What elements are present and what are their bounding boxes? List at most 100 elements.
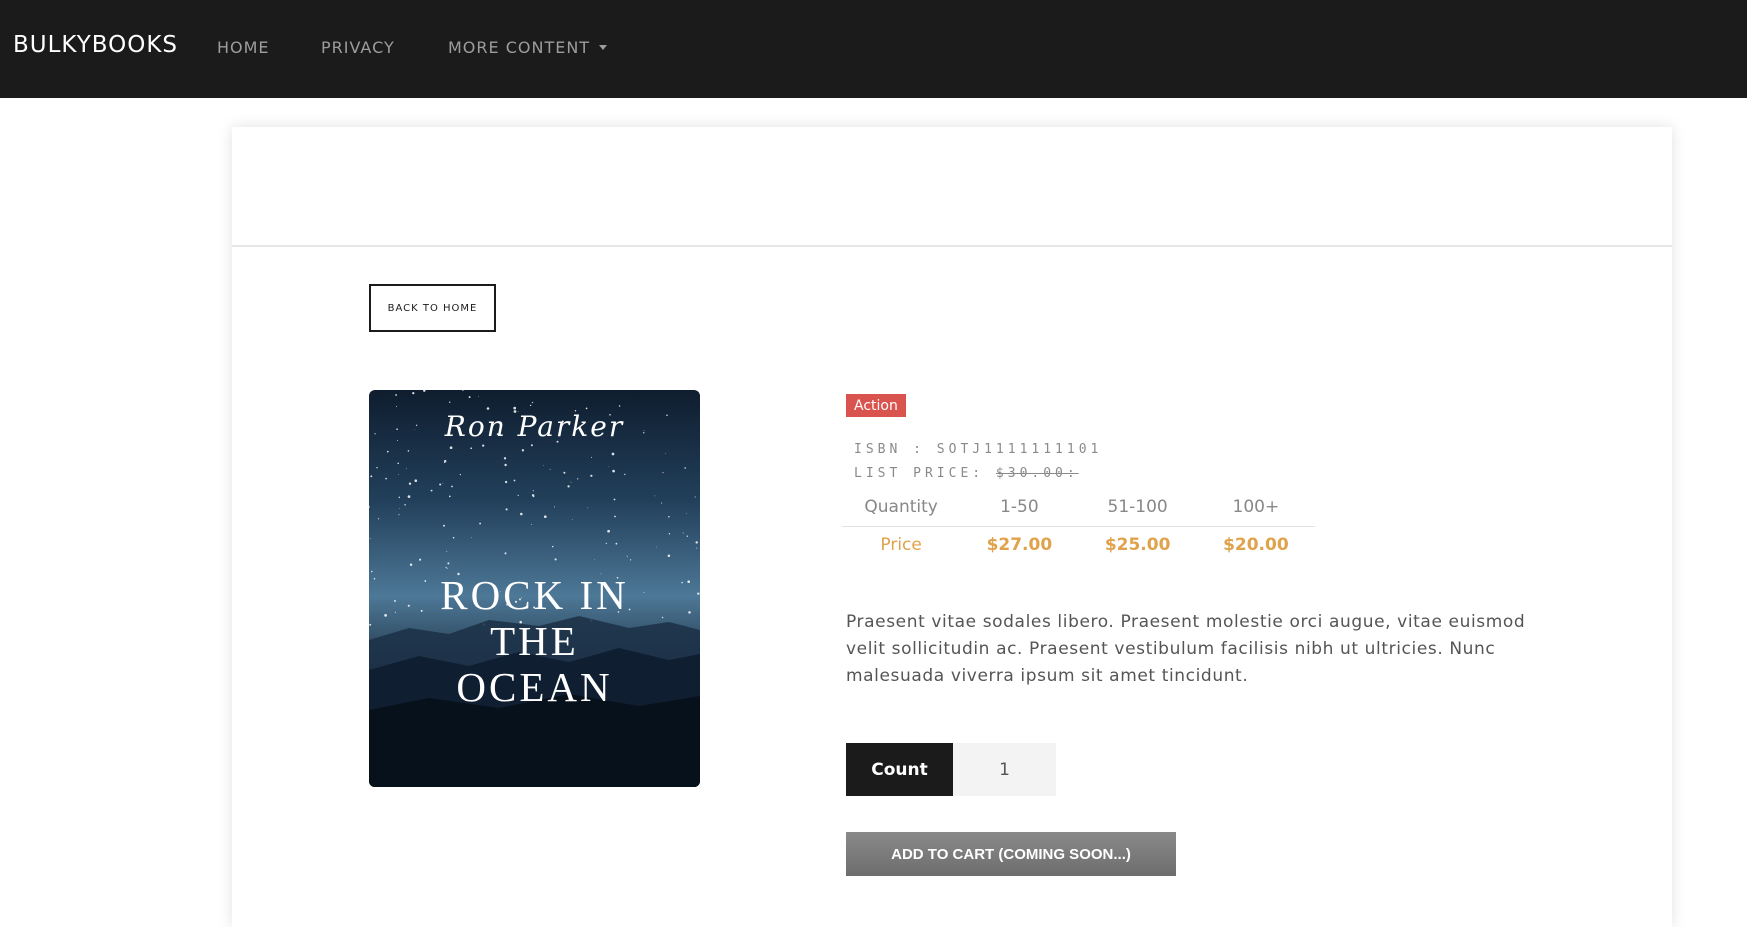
cover-star bbox=[370, 475, 373, 478]
cover-star bbox=[590, 456, 592, 458]
cover-star bbox=[397, 462, 399, 465]
cover-star bbox=[614, 515, 616, 518]
cover-title-line: THE bbox=[490, 618, 579, 664]
cover-star bbox=[668, 516, 670, 518]
cover-star bbox=[529, 404, 532, 407]
cover-star bbox=[479, 522, 482, 525]
cover-star bbox=[661, 502, 663, 504]
cover-star bbox=[607, 529, 610, 533]
cover-star bbox=[554, 506, 555, 508]
cover-title-line: OCEAN bbox=[456, 664, 613, 710]
price-table-cell: $27.00 bbox=[986, 534, 1053, 555]
cover-star bbox=[423, 390, 426, 392]
cover-star bbox=[443, 524, 445, 527]
cover-star bbox=[414, 479, 418, 483]
cover-star bbox=[505, 508, 508, 511]
cover-star bbox=[449, 401, 451, 403]
isbn-text: ISBN : SOTJ1111111101 bbox=[854, 442, 1103, 457]
cover-star bbox=[684, 467, 686, 469]
cover-star bbox=[447, 562, 450, 565]
caret-down-icon bbox=[599, 45, 608, 50]
cover-star bbox=[399, 508, 401, 510]
cover-star bbox=[369, 506, 370, 508]
cover-star bbox=[462, 390, 464, 391]
cover-star bbox=[369, 538, 371, 540]
card-header bbox=[232, 127, 1672, 247]
cover-star bbox=[451, 485, 453, 488]
cover-star bbox=[682, 532, 684, 534]
cover-star bbox=[446, 550, 448, 552]
cover-star bbox=[419, 558, 422, 561]
nav-dropdown-more-content[interactable]: MORE CONTENT bbox=[448, 38, 608, 57]
cover-star bbox=[665, 453, 667, 454]
cover-star bbox=[504, 463, 507, 467]
cover-star bbox=[587, 507, 589, 509]
list-price-value: $30.00: bbox=[995, 466, 1079, 481]
cover-star bbox=[448, 495, 451, 498]
nav-link-privacy[interactable]: PRIVACY bbox=[321, 38, 395, 57]
cover-star bbox=[385, 477, 387, 480]
price-table-header-cell: 100+ bbox=[1196, 489, 1315, 527]
cover-star bbox=[543, 515, 547, 519]
price-table-cell: Price bbox=[880, 534, 922, 555]
product-card: BACK TO HOME Ron Parker ROCK IN THE OCEA… bbox=[232, 127, 1672, 927]
add-to-cart-button[interactable]: ADD TO CART (COMING SOON...) bbox=[846, 832, 1176, 876]
price-table: Quantity 1-50 51-100 100+ Price $27.00 $… bbox=[842, 489, 1315, 563]
price-table-cell: $25.00 bbox=[1104, 534, 1171, 555]
cover-star bbox=[471, 537, 472, 539]
cover-star bbox=[615, 542, 618, 545]
cover-star bbox=[590, 474, 593, 477]
cover-star bbox=[395, 405, 397, 407]
price-table-header-cell: 1-50 bbox=[960, 489, 1079, 527]
cover-star bbox=[543, 465, 545, 466]
cover-star bbox=[395, 394, 397, 396]
nav-link-home[interactable]: HOME bbox=[217, 38, 270, 57]
cover-star bbox=[626, 555, 628, 557]
cover-star bbox=[656, 546, 657, 548]
cover-star bbox=[520, 512, 523, 516]
cover-star bbox=[594, 559, 595, 561]
cover-star bbox=[549, 468, 551, 470]
cover-star bbox=[668, 533, 671, 535]
cover-star bbox=[398, 474, 399, 475]
cover-star bbox=[585, 407, 588, 410]
count-input[interactable] bbox=[953, 743, 1056, 796]
cover-star bbox=[503, 457, 507, 460]
cover-star bbox=[624, 473, 626, 476]
category-badge: Action bbox=[846, 394, 906, 417]
cover-star bbox=[530, 444, 533, 447]
cover-star bbox=[408, 482, 412, 485]
cover-star bbox=[608, 466, 610, 468]
cover-star bbox=[567, 485, 570, 488]
cover-star bbox=[521, 449, 525, 452]
cover-star bbox=[654, 495, 656, 497]
cover-star bbox=[686, 535, 688, 537]
cover-star bbox=[694, 496, 696, 498]
cover-star bbox=[449, 446, 453, 450]
cover-star bbox=[446, 567, 448, 569]
price-table-row: Price $27.00 $25.00 $20.00 bbox=[842, 526, 1315, 563]
brand-logo[interactable]: BULKYBOOKS bbox=[13, 32, 178, 58]
back-to-home-button[interactable]: BACK TO HOME bbox=[369, 284, 496, 332]
cover-star bbox=[605, 542, 607, 544]
cover-star bbox=[686, 513, 687, 514]
cover-star bbox=[611, 452, 615, 456]
cover-star bbox=[551, 545, 554, 548]
price-table-header-cell: Quantity bbox=[842, 489, 961, 527]
cover-star bbox=[376, 467, 378, 469]
price-table-header-cell: 51-100 bbox=[1078, 489, 1197, 527]
cover-star bbox=[405, 468, 407, 470]
cover-star bbox=[532, 490, 534, 492]
cover-star bbox=[667, 554, 671, 558]
cover-star bbox=[470, 447, 473, 450]
cover-star bbox=[407, 450, 410, 452]
cover-title: ROCK IN THE OCEAN bbox=[369, 572, 700, 710]
cover-star bbox=[532, 495, 535, 498]
cover-star bbox=[412, 391, 415, 395]
cover-star bbox=[452, 536, 455, 539]
cover-star bbox=[439, 483, 442, 486]
cover-star bbox=[445, 566, 447, 569]
cover-star bbox=[504, 552, 507, 555]
cover-star bbox=[442, 483, 444, 484]
cover-star bbox=[577, 478, 579, 480]
